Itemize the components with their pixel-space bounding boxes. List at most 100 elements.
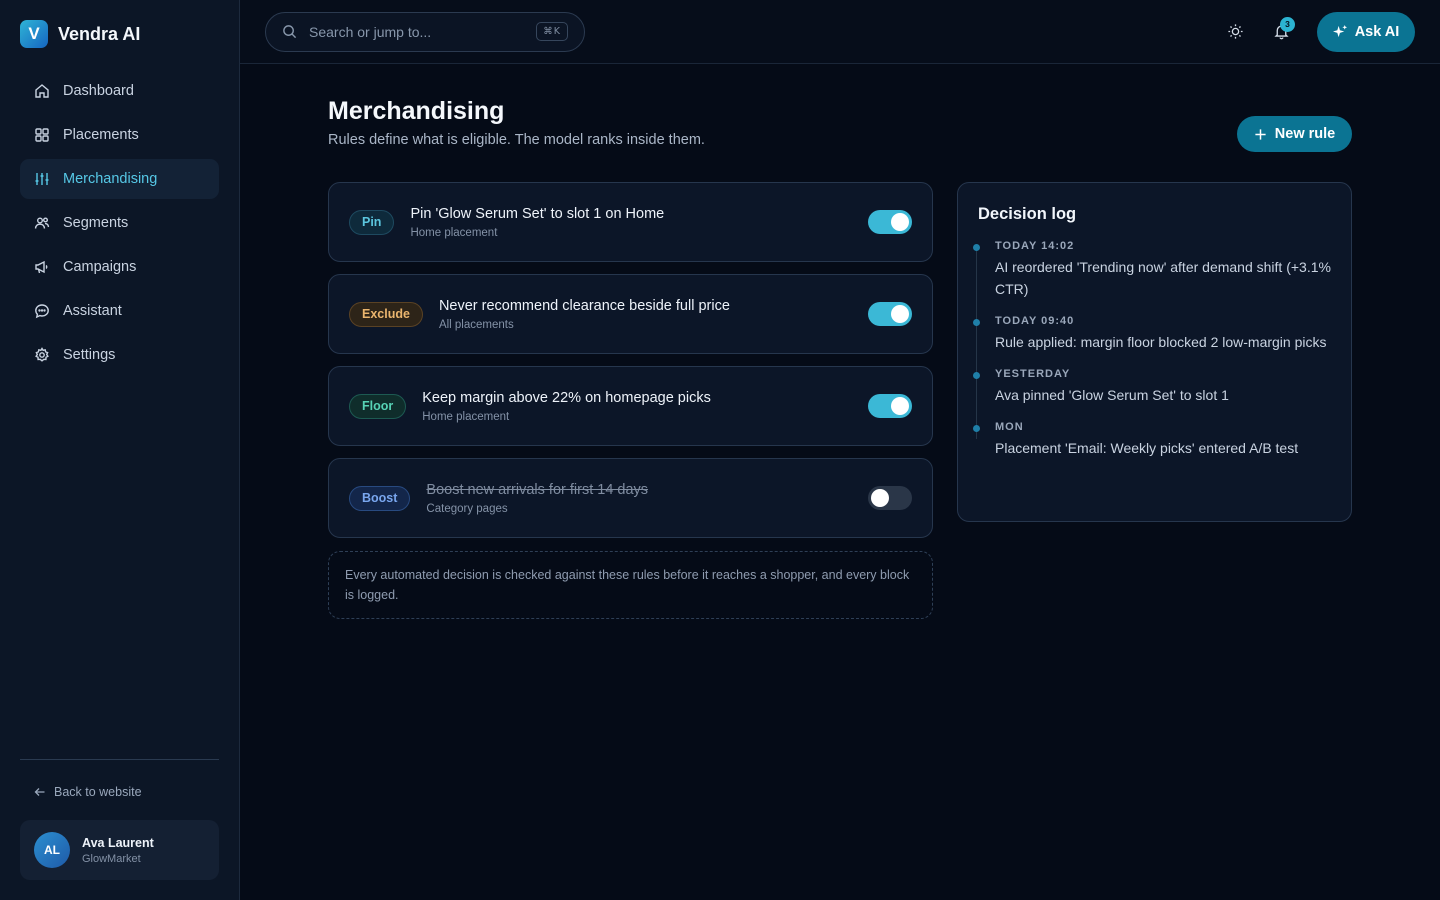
sidebar-item-label: Segments <box>63 215 129 231</box>
timeline-dot <box>973 319 980 326</box>
user-card[interactable]: AL Ava Laurent GlowMarket <box>20 820 219 880</box>
sidebar-item-placements[interactable]: Placements <box>20 115 219 155</box>
rule-type-badge: Floor <box>349 393 407 419</box>
rule-type-badge: Exclude <box>349 301 423 327</box>
sliders-icon <box>35 173 49 185</box>
rule-type-badge: Boost <box>349 485 411 511</box>
theme-toggle-button[interactable] <box>1215 12 1255 52</box>
topbar: ⌘K 3 Ask AI <box>240 0 1440 64</box>
rule-title: Boost new arrivals for first 14 days <box>426 481 649 498</box>
rule-text: Boost new arrivals for first 14 days Cat… <box>426 482 868 515</box>
toggle-knob <box>891 397 909 415</box>
chat-icon <box>35 304 49 319</box>
sun-icon <box>1227 24 1243 39</box>
gear-icon <box>35 347 49 362</box>
rule-toggle[interactable] <box>868 486 912 510</box>
sidebar-item-dashboard[interactable]: Dashboard <box>20 71 219 111</box>
content-grid: Pin Pin 'Glow Serum Set' to slot 1 on Ho… <box>328 182 1352 619</box>
user-org: GlowMarket <box>82 852 141 865</box>
sidebar: V Vendra AI Dashboard Placements Merchan… <box>0 0 240 900</box>
new-rule-label: New rule <box>1274 126 1336 142</box>
rules-note: Every automated decision is checked agai… <box>328 551 933 619</box>
rule-toggle[interactable] <box>868 302 912 326</box>
decision-log-panel: Decision log TODAY 14:02 AI reordered 'T… <box>957 182 1352 522</box>
sidebar-item-assistant[interactable]: Assistant <box>20 291 219 331</box>
rule-text: Never recommend clearance beside full pr… <box>439 298 868 331</box>
brand-logo-icon: V <box>20 20 48 48</box>
log-entry-time: YESTERDAY <box>995 368 1071 380</box>
rule-title: Never recommend clearance beside full pr… <box>438 297 730 314</box>
rule-toggle[interactable] <box>868 394 912 418</box>
rule-scope: All placements <box>438 318 514 331</box>
page-content: Merchandising Rules define what is eligi… <box>240 64 1440 619</box>
notification-badge: 3 <box>1280 16 1295 32</box>
timeline-dot <box>973 244 980 251</box>
sidebar-nav: Dashboard Placements Merchandising Segme… <box>20 71 219 375</box>
megaphone-icon <box>35 260 48 274</box>
rule-title: Pin 'Glow Serum Set' to slot 1 on Home <box>410 205 665 222</box>
app-root: V Vendra AI Dashboard Placements Merchan… <box>0 0 1440 900</box>
sidebar-item-settings[interactable]: Settings <box>20 335 219 375</box>
sidebar-divider <box>20 759 219 760</box>
sidebar-item-label: Campaigns <box>63 259 137 275</box>
ask-ai-label: Ask AI <box>1354 23 1400 40</box>
sidebar-footer: Back to website AL Ava Laurent GlowMarke… <box>20 759 219 880</box>
log-entry: MON Placement 'Email: Weekly picks' ente… <box>973 421 1331 459</box>
new-rule-button[interactable]: New rule <box>1237 116 1352 152</box>
rule-type-badge: Pin <box>349 209 395 235</box>
search-bar[interactable]: ⌘K <box>265 11 585 52</box>
top-actions: 3 Ask AI <box>1209 11 1415 52</box>
toggle-knob <box>891 305 909 323</box>
user-name: Ava Laurent <box>82 835 154 850</box>
rule-text: Keep margin above 22% on homepage picks … <box>422 390 868 423</box>
rule-scope: Home placement <box>410 226 498 239</box>
sparkle-icon <box>1332 24 1347 38</box>
search-icon <box>283 25 297 39</box>
rule-text: Pin 'Glow Serum Set' to slot 1 on Home H… <box>410 206 868 239</box>
rule-toggle[interactable] <box>868 210 912 234</box>
sidebar-item-campaigns[interactable]: Campaigns <box>20 247 219 287</box>
users-icon <box>34 217 50 229</box>
notifications-button[interactable]: 3 <box>1261 12 1301 52</box>
log-entry-text: Ava pinned 'Glow Serum Set' to slot 1 <box>995 387 1229 403</box>
log-entry-text: Placement 'Email: Weekly picks' entered … <box>995 440 1299 456</box>
rule-card[interactable]: Exclude Never recommend clearance beside… <box>328 274 933 354</box>
rule-card[interactable]: Floor Keep margin above 22% on homepage … <box>328 366 933 446</box>
ask-ai-button[interactable]: Ask AI <box>1317 11 1415 52</box>
rule-scope: Home placement <box>422 410 510 423</box>
rule-title: Keep margin above 22% on homepage picks <box>422 389 711 406</box>
back-link-label: Back to website <box>54 785 142 799</box>
sidebar-item-label: Assistant <box>63 303 122 319</box>
back-to-website-link[interactable]: Back to website <box>20 772 219 812</box>
search-input[interactable] <box>309 23 525 40</box>
log-entry-time: TODAY 09:40 <box>995 315 1075 327</box>
sidebar-item-label: Placements <box>63 127 139 143</box>
sidebar-item-label: Settings <box>63 347 116 363</box>
brand[interactable]: V Vendra AI <box>20 0 219 68</box>
sidebar-item-merchandising[interactable]: Merchandising <box>20 159 219 199</box>
log-entry-time: TODAY 14:02 <box>995 240 1075 252</box>
log-entry: TODAY 09:40 Rule applied: margin floor b… <box>973 315 1331 353</box>
log-entry-text: AI reordered 'Trending now' after demand… <box>995 259 1331 297</box>
home-icon <box>35 84 49 98</box>
rule-card[interactable]: Boost Boost new arrivals for first 14 da… <box>328 458 933 538</box>
arrow-left-icon <box>34 788 45 796</box>
search-shortcut-hint: ⌘K <box>536 22 568 41</box>
rules-list: Pin Pin 'Glow Serum Set' to slot 1 on Ho… <box>328 182 933 619</box>
toggle-knob <box>891 213 909 231</box>
sidebar-item-segments[interactable]: Segments <box>20 203 219 243</box>
brand-name: Vendra AI <box>58 23 141 44</box>
log-entry: YESTERDAY Ava pinned 'Glow Serum Set' to… <box>973 368 1331 406</box>
page-title: Merchandising <box>328 97 505 125</box>
user-info: Ava Laurent GlowMarket <box>82 836 154 865</box>
timeline-dot <box>973 372 980 379</box>
log-entry-text: Rule applied: margin floor blocked 2 low… <box>995 334 1327 350</box>
grid-icon <box>35 128 49 142</box>
rule-card[interactable]: Pin Pin 'Glow Serum Set' to slot 1 on Ho… <box>328 182 933 262</box>
log-entry: TODAY 14:02 AI reordered 'Trending now' … <box>973 240 1331 300</box>
avatar: AL <box>34 832 70 868</box>
timeline-line <box>976 246 977 439</box>
decision-log-title: Decision log <box>978 205 1077 223</box>
plus-icon <box>1255 128 1266 140</box>
main-area: ⌘K 3 Ask AI Merchandising Rules define w… <box>240 0 1440 900</box>
